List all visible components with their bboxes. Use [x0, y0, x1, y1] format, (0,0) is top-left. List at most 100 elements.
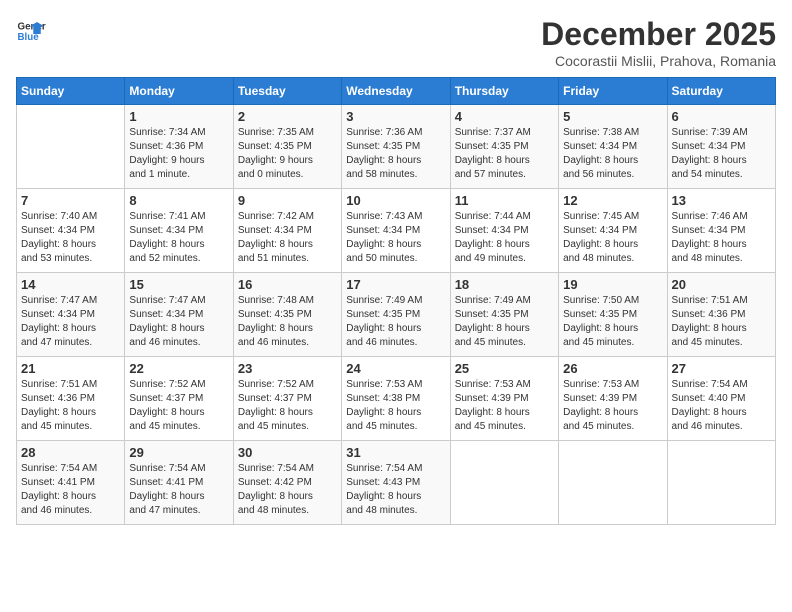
day-info: Sunrise: 7:35 AM Sunset: 4:35 PM Dayligh…: [238, 126, 337, 182]
calendar-cell: 27 Sunrise: 7:54 AM Sunset: 4:40 PM Dayli…: [667, 357, 775, 441]
day-info: Sunrise: 7:54 AM Sunset: 4:41 PM Dayligh…: [21, 462, 120, 518]
day-number: 20: [672, 277, 771, 292]
calendar-cell: 19 Sunrise: 7:50 AM Sunset: 4:35 PM Dayli…: [559, 273, 667, 357]
calendar-cell: 5 Sunrise: 7:38 AM Sunset: 4:34 PM Daylig…: [559, 105, 667, 189]
day-number: 6: [672, 109, 771, 124]
logo-icon: General Blue: [16, 16, 46, 46]
day-info: Sunrise: 7:40 AM Sunset: 4:34 PM Dayligh…: [21, 210, 120, 266]
calendar-cell: 25 Sunrise: 7:53 AM Sunset: 4:39 PM Dayli…: [450, 357, 558, 441]
calendar-cell: 2 Sunrise: 7:35 AM Sunset: 4:35 PM Daylig…: [233, 105, 341, 189]
day-info: Sunrise: 7:41 AM Sunset: 4:34 PM Dayligh…: [129, 210, 228, 266]
day-info: Sunrise: 7:46 AM Sunset: 4:34 PM Dayligh…: [672, 210, 771, 266]
header-tuesday: Tuesday: [233, 78, 341, 105]
day-number: 9: [238, 193, 337, 208]
month-title: December 2025: [541, 16, 776, 53]
calendar-cell: 1Sunrise: 7:34 AM Sunset: 4:36 PM Daylig…: [125, 105, 233, 189]
day-info: Sunrise: 7:49 AM Sunset: 4:35 PM Dayligh…: [455, 294, 554, 350]
calendar-cell: [17, 105, 125, 189]
logo: General Blue: [16, 16, 46, 46]
calendar-cell: 3 Sunrise: 7:36 AM Sunset: 4:35 PM Daylig…: [342, 105, 450, 189]
day-number: 7: [21, 193, 120, 208]
calendar-week-5: 28Sunrise: 7:54 AM Sunset: 4:41 PM Dayli…: [17, 441, 776, 525]
day-number: 29: [129, 445, 228, 460]
day-info: Sunrise: 7:53 AM Sunset: 4:38 PM Dayligh…: [346, 378, 445, 434]
header-sunday: Sunday: [17, 78, 125, 105]
day-number: 4: [455, 109, 554, 124]
calendar-week-4: 21 Sunrise: 7:51 AM Sunset: 4:36 PM Dayli…: [17, 357, 776, 441]
calendar-cell: 26 Sunrise: 7:53 AM Sunset: 4:39 PM Dayli…: [559, 357, 667, 441]
calendar-cell: 15Sunrise: 7:47 AM Sunset: 4:34 PM Dayli…: [125, 273, 233, 357]
calendar-cell: 30 Sunrise: 7:54 AM Sunset: 4:42 PM Dayli…: [233, 441, 341, 525]
calendar-cell: 13 Sunrise: 7:46 AM Sunset: 4:34 PM Dayli…: [667, 189, 775, 273]
calendar-cell: 29 Sunrise: 7:54 AM Sunset: 4:41 PM Dayli…: [125, 441, 233, 525]
header-wednesday: Wednesday: [342, 78, 450, 105]
day-number: 3: [346, 109, 445, 124]
day-info: Sunrise: 7:44 AM Sunset: 4:34 PM Dayligh…: [455, 210, 554, 266]
day-number: 27: [672, 361, 771, 376]
day-number: 5: [563, 109, 662, 124]
day-number: 30: [238, 445, 337, 460]
svg-text:General: General: [18, 22, 47, 33]
location: Cocorastii Mislii, Prahova, Romania: [541, 53, 776, 69]
day-number: 17: [346, 277, 445, 292]
calendar-cell: 28Sunrise: 7:54 AM Sunset: 4:41 PM Dayli…: [17, 441, 125, 525]
calendar-cell: 7 Sunrise: 7:40 AM Sunset: 4:34 PM Daylig…: [17, 189, 125, 273]
day-number: 15: [129, 277, 228, 292]
day-info: Sunrise: 7:38 AM Sunset: 4:34 PM Dayligh…: [563, 126, 662, 182]
day-number: 23: [238, 361, 337, 376]
day-info: Sunrise: 7:54 AM Sunset: 4:42 PM Dayligh…: [238, 462, 337, 518]
day-info: Sunrise: 7:54 AM Sunset: 4:41 PM Dayligh…: [129, 462, 228, 518]
day-info: Sunrise: 7:48 AM Sunset: 4:35 PM Dayligh…: [238, 294, 337, 350]
calendar-cell: 20Sunrise: 7:51 AM Sunset: 4:36 PM Dayli…: [667, 273, 775, 357]
calendar-cell: 18Sunrise: 7:49 AM Sunset: 4:35 PM Dayli…: [450, 273, 558, 357]
day-number: 13: [672, 193, 771, 208]
calendar-cell: [667, 441, 775, 525]
day-number: 12: [563, 193, 662, 208]
calendar-cell: 23 Sunrise: 7:52 AM Sunset: 4:37 PM Dayli…: [233, 357, 341, 441]
day-info: Sunrise: 7:50 AM Sunset: 4:35 PM Dayligh…: [563, 294, 662, 350]
day-info: Sunrise: 7:53 AM Sunset: 4:39 PM Dayligh…: [563, 378, 662, 434]
day-info: Sunrise: 7:37 AM Sunset: 4:35 PM Dayligh…: [455, 126, 554, 182]
day-number: 19: [563, 277, 662, 292]
calendar-cell: 14 Sunrise: 7:47 AM Sunset: 4:34 PM Dayli…: [17, 273, 125, 357]
day-info: Sunrise: 7:53 AM Sunset: 4:39 PM Dayligh…: [455, 378, 554, 434]
day-number: 31: [346, 445, 445, 460]
calendar-cell: 16 Sunrise: 7:48 AM Sunset: 4:35 PM Dayli…: [233, 273, 341, 357]
day-info: Sunrise: 7:54 AM Sunset: 4:43 PM Dayligh…: [346, 462, 445, 518]
day-number: 21: [21, 361, 120, 376]
title-block: December 2025 Cocorastii Mislii, Prahova…: [541, 16, 776, 69]
day-number: 2: [238, 109, 337, 124]
calendar-cell: 10Sunrise: 7:43 AM Sunset: 4:34 PM Dayli…: [342, 189, 450, 273]
day-info: Sunrise: 7:45 AM Sunset: 4:34 PM Dayligh…: [563, 210, 662, 266]
calendar-cell: [559, 441, 667, 525]
day-info: Sunrise: 7:47 AM Sunset: 4:34 PM Dayligh…: [21, 294, 120, 350]
day-number: 22: [129, 361, 228, 376]
day-number: 14: [21, 277, 120, 292]
day-number: 25: [455, 361, 554, 376]
day-info: Sunrise: 7:43 AM Sunset: 4:34 PM Dayligh…: [346, 210, 445, 266]
day-info: Sunrise: 7:54 AM Sunset: 4:40 PM Dayligh…: [672, 378, 771, 434]
day-number: 1: [129, 109, 228, 124]
day-info: Sunrise: 7:36 AM Sunset: 4:35 PM Dayligh…: [346, 126, 445, 182]
header-thursday: Thursday: [450, 78, 558, 105]
header-saturday: Saturday: [667, 78, 775, 105]
page-header: General Blue December 2025 Cocorastii Mi…: [16, 16, 776, 69]
day-number: 16: [238, 277, 337, 292]
day-number: 8: [129, 193, 228, 208]
calendar-cell: 22 Sunrise: 7:52 AM Sunset: 4:37 PM Dayli…: [125, 357, 233, 441]
day-number: 26: [563, 361, 662, 376]
day-info: Sunrise: 7:52 AM Sunset: 4:37 PM Dayligh…: [129, 378, 228, 434]
day-info: Sunrise: 7:49 AM Sunset: 4:35 PM Dayligh…: [346, 294, 445, 350]
calendar-cell: [450, 441, 558, 525]
calendar-cell: 24 Sunrise: 7:53 AM Sunset: 4:38 PM Dayli…: [342, 357, 450, 441]
day-info: Sunrise: 7:42 AM Sunset: 4:34 PM Dayligh…: [238, 210, 337, 266]
calendar-cell: 17 Sunrise: 7:49 AM Sunset: 4:35 PM Dayli…: [342, 273, 450, 357]
calendar-cell: 9 Sunrise: 7:42 AM Sunset: 4:34 PM Daylig…: [233, 189, 341, 273]
calendar-cell: 31 Sunrise: 7:54 AM Sunset: 4:43 PM Dayli…: [342, 441, 450, 525]
calendar-cell: 12 Sunrise: 7:45 AM Sunset: 4:34 PM Dayli…: [559, 189, 667, 273]
day-number: 24: [346, 361, 445, 376]
day-info: Sunrise: 7:51 AM Sunset: 4:36 PM Dayligh…: [21, 378, 120, 434]
calendar-week-1: 1Sunrise: 7:34 AM Sunset: 4:36 PM Daylig…: [17, 105, 776, 189]
day-info: Sunrise: 7:52 AM Sunset: 4:37 PM Dayligh…: [238, 378, 337, 434]
header-friday: Friday: [559, 78, 667, 105]
